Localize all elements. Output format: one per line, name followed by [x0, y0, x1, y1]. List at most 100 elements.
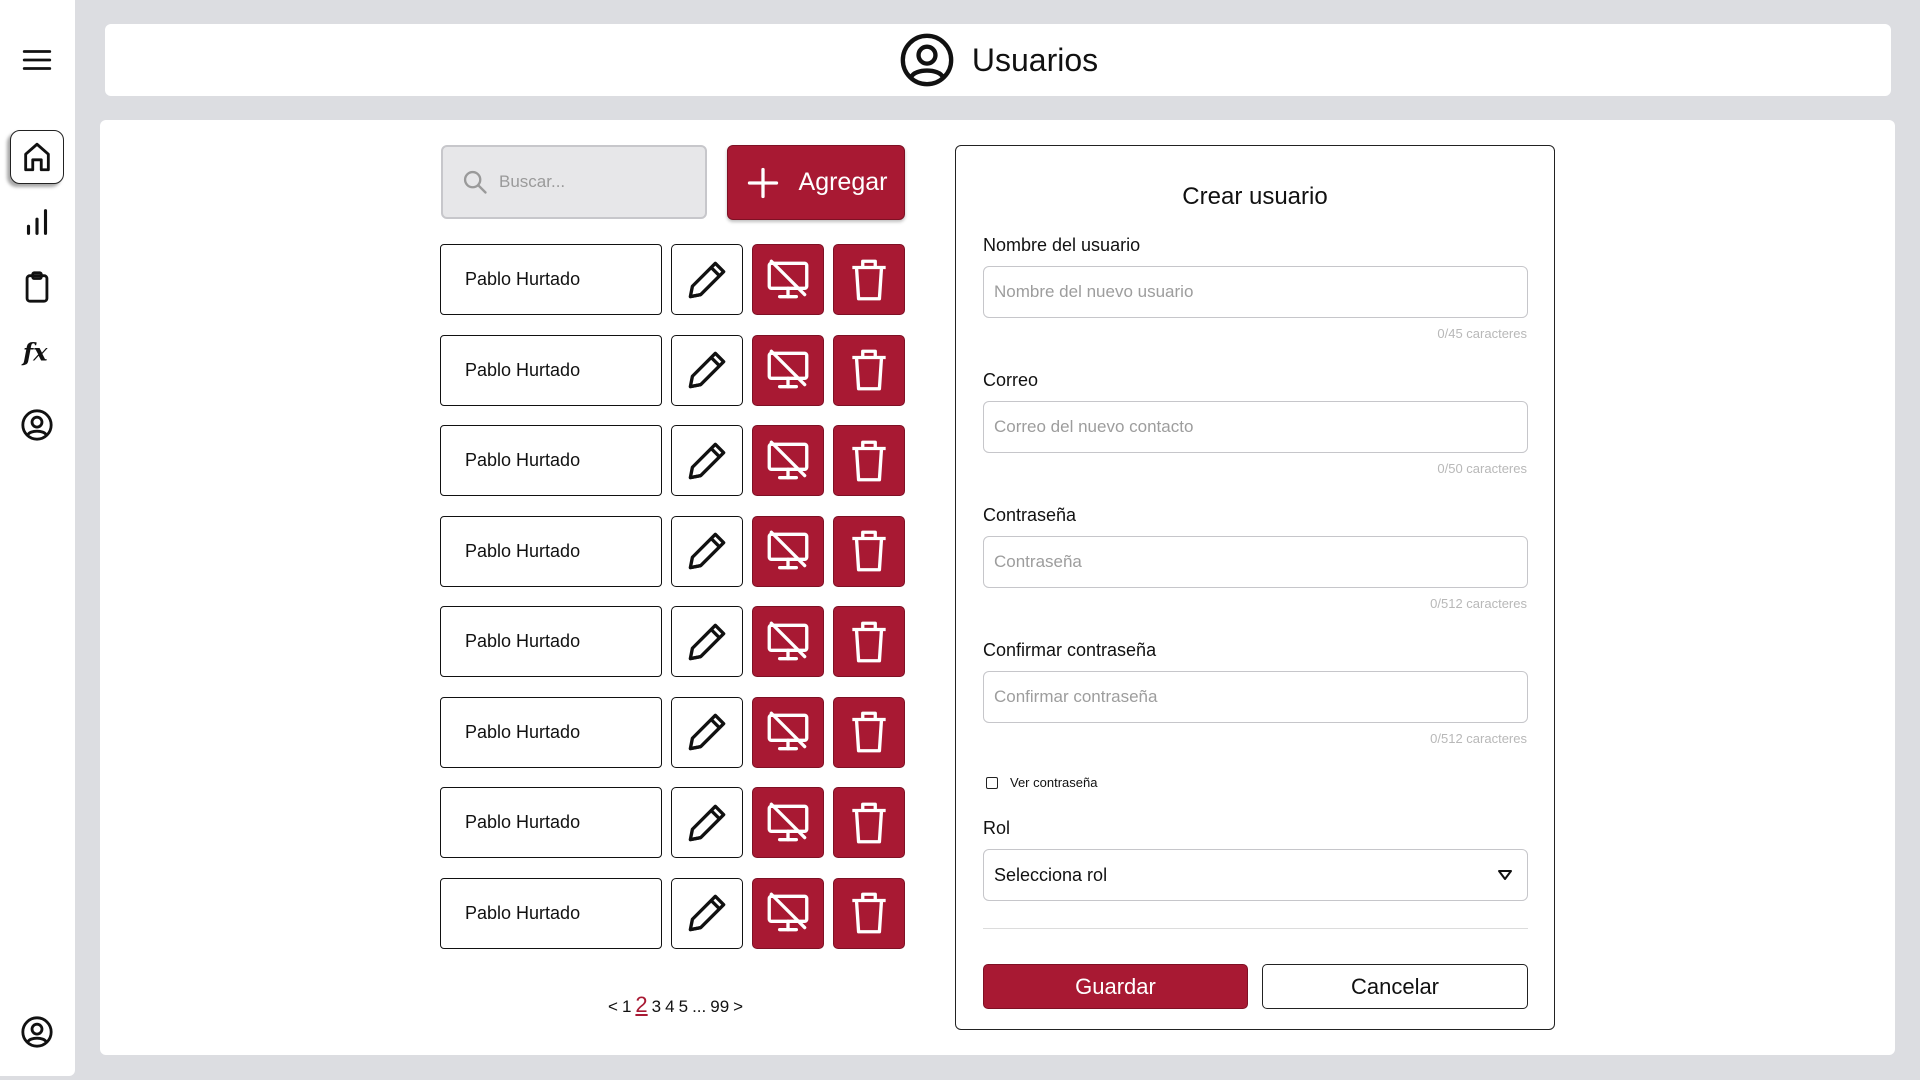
monitor-off-icon	[767, 440, 809, 479]
disable-user-button[interactable]	[752, 606, 824, 677]
delete-user-button[interactable]	[833, 606, 905, 677]
trash-icon	[852, 711, 886, 753]
page-last[interactable]: 99	[710, 997, 729, 1017]
user-row: Pablo Hurtado	[440, 606, 906, 677]
sidebar-item-stats[interactable]	[10, 195, 64, 249]
sidebar-item-formulas[interactable]: fx	[10, 325, 64, 379]
user-circle-icon	[21, 409, 53, 441]
user-row: Pablo Hurtado	[440, 515, 906, 587]
trash-icon	[852, 349, 886, 391]
user-name[interactable]: Pablo Hurtado	[440, 244, 662, 315]
user-name[interactable]: Pablo Hurtado	[440, 425, 662, 496]
edit-user-button[interactable]	[671, 334, 743, 406]
delete-user-button[interactable]	[833, 787, 905, 858]
show-password-label: Ver contraseña	[1010, 775, 1098, 790]
password-label: Contraseña	[983, 505, 1077, 525]
trash-icon	[852, 259, 886, 300]
monitor-off-icon	[767, 802, 809, 841]
edit-user-button[interactable]	[671, 244, 743, 315]
user-name[interactable]: Pablo Hurtado	[440, 334, 662, 406]
trash-icon	[852, 440, 886, 481]
email-counter: 0/50 caracteres	[1437, 461, 1527, 476]
disable-user-button[interactable]	[752, 787, 824, 858]
clipboard-icon	[25, 271, 49, 303]
edit-user-button[interactable]	[671, 425, 743, 496]
create-user-form: Crear usuario Nombre del usuario 0/45 ca…	[955, 145, 1555, 1030]
user-name[interactable]: Pablo Hurtado	[440, 515, 662, 587]
email-field[interactable]	[983, 401, 1528, 453]
pencil-icon	[688, 804, 726, 841]
monitor-off-icon	[767, 530, 809, 570]
delete-user-button[interactable]	[833, 515, 905, 587]
edit-user-button[interactable]	[671, 696, 743, 768]
monitor-off-icon	[767, 892, 809, 932]
password-field[interactable]	[983, 536, 1528, 588]
disable-user-button[interactable]	[752, 515, 824, 587]
disable-user-button[interactable]	[752, 696, 824, 768]
add-user-button[interactable]: Agregar	[727, 145, 905, 220]
pagination-ellipsis: ...	[692, 997, 707, 1016]
confirm-password-label: Confirmar contraseña	[983, 640, 1157, 660]
monitor-off-icon	[767, 349, 809, 389]
delete-user-button[interactable]	[833, 425, 905, 496]
confirm-password-field[interactable]	[983, 671, 1528, 723]
pencil-icon	[688, 894, 726, 932]
delete-user-button[interactable]	[833, 696, 905, 768]
page-2-current[interactable]: 2	[635, 992, 647, 1018]
user-name[interactable]: Pablo Hurtado	[440, 696, 662, 768]
save-button[interactable]: Guardar	[983, 964, 1248, 1009]
disable-user-button[interactable]	[752, 425, 824, 496]
search-box[interactable]	[441, 145, 707, 219]
user-row: Pablo Hurtado	[440, 787, 906, 858]
pencil-icon	[688, 532, 726, 570]
page-title: Usuarios	[971, 41, 1099, 78]
sidebar-item-profile[interactable]	[10, 1005, 64, 1059]
user-name[interactable]: Pablo Hurtado	[440, 877, 662, 949]
disable-user-button[interactable]	[752, 877, 824, 949]
role-select[interactable]: Selecciona rol	[983, 849, 1528, 901]
name-field[interactable]	[983, 266, 1528, 318]
form-title: Crear usuario	[1182, 183, 1328, 210]
name-counter: 0/45 caracteres	[1437, 326, 1527, 341]
trash-icon	[852, 892, 886, 934]
monitor-off-icon	[767, 621, 809, 660]
delete-user-button[interactable]	[833, 244, 905, 315]
show-password-checkbox[interactable]	[986, 776, 998, 789]
disable-user-button[interactable]	[752, 244, 824, 315]
bar-chart-icon	[26, 209, 48, 235]
user-name[interactable]: Pablo Hurtado	[440, 787, 662, 858]
page-5[interactable]: 5	[679, 997, 688, 1017]
main-panel: Agregar Pablo Hurtado Pablo Hurtado Pablo …	[100, 120, 1895, 1055]
cancel-button[interactable]: Cancelar	[1262, 964, 1528, 1009]
pagination-prev[interactable]: <	[608, 997, 618, 1017]
search-input[interactable]	[499, 172, 679, 192]
edit-user-button[interactable]	[671, 606, 743, 677]
disable-user-button[interactable]	[752, 334, 824, 406]
user-row: Pablo Hurtado	[440, 696, 906, 768]
add-button-label: Agregar	[798, 168, 888, 196]
user-row: Pablo Hurtado	[440, 425, 906, 496]
sidebar-item-home[interactable]	[10, 130, 64, 184]
delete-user-button[interactable]	[833, 334, 905, 406]
chevron-down-icon	[1498, 870, 1512, 880]
edit-user-button[interactable]	[671, 787, 743, 858]
trash-icon	[852, 802, 886, 843]
function-icon: fx	[21, 338, 48, 367]
pagination-next[interactable]: >	[733, 997, 743, 1017]
sidebar-item-clipboard[interactable]	[10, 260, 64, 314]
delete-user-button[interactable]	[833, 877, 905, 949]
trash-icon	[852, 530, 886, 572]
user-name[interactable]: Pablo Hurtado	[440, 606, 662, 677]
page-1[interactable]: 1	[622, 997, 631, 1017]
page-3[interactable]: 3	[652, 997, 661, 1017]
menu-button[interactable]	[10, 33, 64, 87]
edit-user-button[interactable]	[671, 515, 743, 587]
pencil-icon	[688, 623, 726, 660]
user-circle-icon	[21, 1016, 53, 1048]
pencil-icon	[688, 351, 726, 389]
show-password-toggle[interactable]: Ver contraseña	[986, 775, 1097, 790]
page-4[interactable]: 4	[665, 997, 674, 1017]
edit-user-button[interactable]	[671, 877, 743, 949]
sidebar-item-users[interactable]	[10, 398, 64, 452]
page-header: Usuarios	[105, 24, 1891, 96]
